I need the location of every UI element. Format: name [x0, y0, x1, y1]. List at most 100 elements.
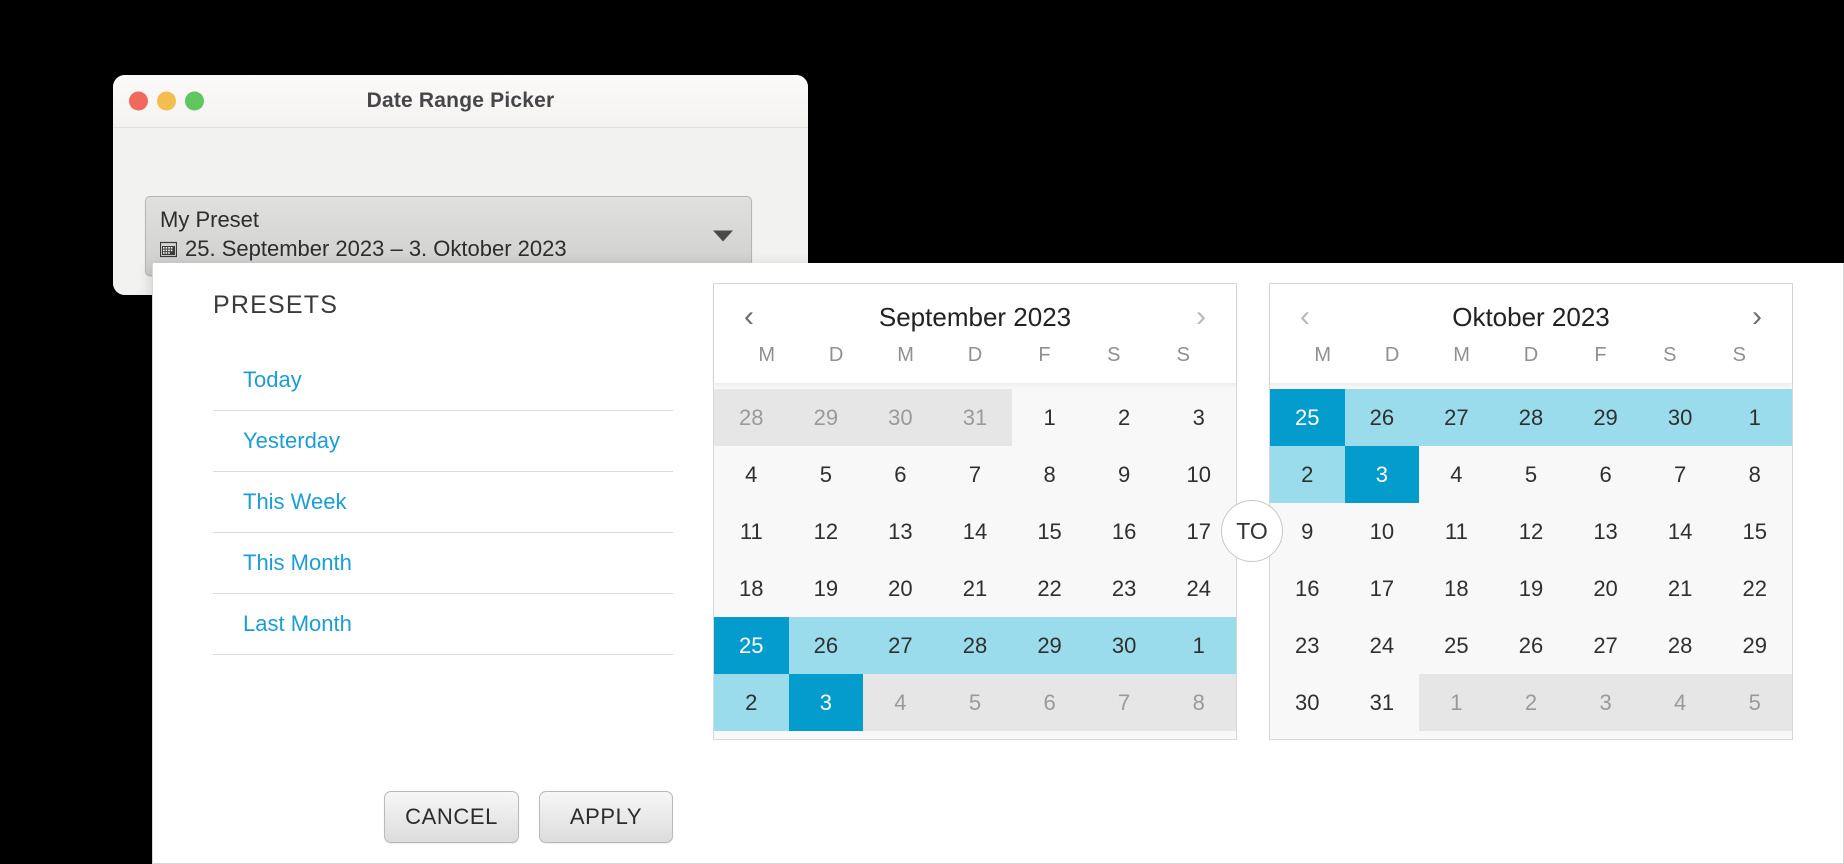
calendar-day[interactable]: 1 [1717, 389, 1792, 446]
weekday-label: D [828, 344, 844, 366]
calendar-day[interactable]: 26 [1494, 617, 1569, 674]
calendar-day[interactable]: 20 [863, 560, 938, 617]
weekday-header-row: M D M D F S S [732, 344, 1218, 373]
calendar-day[interactable]: 12 [789, 503, 864, 560]
calendar-day[interactable]: 15 [1012, 503, 1087, 560]
calendar-day[interactable]: 31 [1345, 674, 1420, 731]
calendar-day[interactable]: 2 [1270, 446, 1345, 503]
calendar-day[interactable]: 2 [714, 674, 789, 731]
calendar-day[interactable]: 28 [1643, 617, 1718, 674]
calendar-day[interactable]: 28 [714, 389, 789, 446]
calendar-day[interactable]: 22 [1717, 560, 1792, 617]
calendar-day[interactable]: 16 [1087, 503, 1162, 560]
calendar-day[interactable]: 27 [863, 617, 938, 674]
weekday-label: D [1384, 344, 1400, 366]
calendar-day[interactable]: 29 [1012, 617, 1087, 674]
calendar-day[interactable]: 14 [1643, 503, 1718, 560]
calendar-day[interactable]: 28 [937, 617, 1013, 674]
calendar-day[interactable]: 4 [714, 446, 789, 503]
calendar-day[interactable]: 1 [1012, 389, 1087, 446]
chevron-left-icon[interactable]: ‹ [732, 302, 766, 332]
calendar-day[interactable]: 11 [714, 503, 789, 560]
calendar-day[interactable]: 7 [1643, 446, 1718, 503]
calendar-day[interactable]: 26 [1344, 389, 1420, 446]
calendar-day[interactable]: 2 [1087, 389, 1162, 446]
calendar-day[interactable]: 4 [1419, 446, 1494, 503]
calendar-header: ‹ Oktober 2023 › M D M D F S S [1270, 284, 1792, 383]
calendar-day[interactable]: 21 [938, 560, 1013, 617]
calendar-day[interactable]: 19 [789, 560, 864, 617]
apply-button[interactable]: APPLY [539, 791, 673, 843]
calendar-day[interactable]: 3 [788, 674, 864, 731]
preset-item-this-month[interactable]: This Month [213, 533, 673, 594]
calendar-day[interactable]: 3 [1344, 446, 1420, 503]
calendar-day[interactable]: 15 [1717, 503, 1792, 560]
calendar-day[interactable]: 30 [1270, 674, 1345, 731]
calendar-day[interactable]: 25 [714, 617, 789, 674]
calendar-day[interactable]: 24 [1161, 560, 1236, 617]
calendar-day[interactable]: 6 [1012, 674, 1087, 731]
calendar-day[interactable]: 27 [1419, 389, 1494, 446]
calendar-day[interactable]: 12 [1494, 503, 1569, 560]
calendar-day[interactable]: 13 [863, 503, 938, 560]
calendar-day[interactable]: 31 [937, 389, 1013, 446]
calendar-day[interactable]: 8 [1161, 674, 1236, 731]
calendar-day[interactable]: 5 [789, 446, 864, 503]
calendar-day[interactable]: 4 [863, 674, 938, 731]
calendar-day[interactable]: 14 [938, 503, 1013, 560]
chevron-right-icon[interactable]: › [1740, 302, 1774, 332]
calendar-day[interactable]: 5 [937, 674, 1013, 731]
cancel-button[interactable]: CANCEL [384, 791, 519, 843]
calendar-day[interactable]: 26 [788, 617, 864, 674]
calendar-day[interactable]: 2 [1493, 674, 1569, 731]
calendar-day[interactable]: 5 [1717, 674, 1792, 731]
preset-item-this-week[interactable]: This Week [213, 472, 673, 533]
calendar-day[interactable]: 25 [1270, 389, 1345, 446]
calendar-day[interactable]: 11 [1419, 503, 1494, 560]
calendar-day[interactable]: 9 [1087, 446, 1162, 503]
preset-item-yesterday[interactable]: Yesterday [213, 411, 673, 472]
chevron-right-icon[interactable]: › [1184, 302, 1218, 332]
calendar-day[interactable]: 27 [1568, 617, 1643, 674]
calendar-day[interactable]: 17 [1345, 560, 1420, 617]
calendar-day[interactable]: 1 [1419, 674, 1494, 731]
calendar-day[interactable]: 16 [1270, 560, 1345, 617]
calendar-day[interactable]: 3 [1161, 389, 1236, 446]
calendar-day[interactable]: 7 [1086, 674, 1162, 731]
calendar-day[interactable]: 13 [1568, 503, 1643, 560]
calendar-september: ‹ September 2023 › M D M D F S S 28 29 30 3… [713, 283, 1237, 740]
calendar-day[interactable]: 19 [1494, 560, 1569, 617]
calendar-day[interactable]: 28 [1493, 389, 1569, 446]
calendar-day[interactable]: 30 [1086, 617, 1162, 674]
calendar-day[interactable]: 23 [1087, 560, 1162, 617]
calendar-day[interactable]: 21 [1643, 560, 1718, 617]
calendar-day[interactable]: 6 [1568, 446, 1643, 503]
calendar-day[interactable]: 23 [1270, 617, 1345, 674]
calendar-day[interactable]: 29 [1717, 617, 1792, 674]
calendar-day[interactable]: 18 [1419, 560, 1494, 617]
calendar-day[interactable]: 5 [1494, 446, 1569, 503]
calendar-day[interactable]: 7 [938, 446, 1013, 503]
calendar-day[interactable]: 20 [1568, 560, 1643, 617]
calendar-day[interactable]: 4 [1642, 674, 1718, 731]
chevron-left-icon[interactable]: ‹ [1288, 302, 1322, 332]
calendar-day[interactable]: 29 [1568, 389, 1643, 446]
calendar-day[interactable]: 8 [1012, 446, 1087, 503]
calendar-day[interactable]: 22 [1012, 560, 1087, 617]
calendar-day[interactable]: 1 [1161, 617, 1236, 674]
calendar-day[interactable]: 18 [714, 560, 789, 617]
preset-item-last-month[interactable]: Last Month [213, 594, 673, 655]
calendar-day[interactable]: 10 [1161, 446, 1236, 503]
calendar-day[interactable]: 30 [863, 389, 938, 446]
chevron-down-icon[interactable] [713, 230, 733, 242]
app-window: Date Range Picker My Preset 25. Septembe… [113, 75, 808, 295]
calendar-day[interactable]: 8 [1717, 446, 1792, 503]
calendar-day[interactable]: 10 [1345, 503, 1420, 560]
calendar-day[interactable]: 30 [1642, 389, 1718, 446]
calendar-day[interactable]: 24 [1345, 617, 1420, 674]
calendar-day[interactable]: 3 [1568, 674, 1643, 731]
preset-item-today[interactable]: Today [213, 350, 673, 411]
calendar-day[interactable]: 6 [863, 446, 938, 503]
calendar-day[interactable]: 29 [788, 389, 864, 446]
calendar-day[interactable]: 25 [1419, 617, 1494, 674]
